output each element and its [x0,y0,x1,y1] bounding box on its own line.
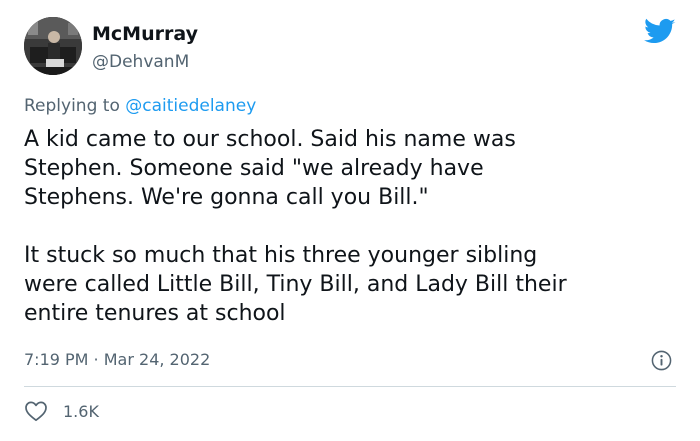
reply-context: Replying to @caitiedelaney [24,96,256,116]
tweet-line: It stuck so much that his three younger … [24,243,538,268]
info-icon[interactable] [651,350,672,371]
divider [24,386,676,387]
profile-photo [24,17,82,75]
twitter-bird-icon[interactable] [644,18,676,46]
meta-separator: · [88,350,104,369]
tweet-line: were called Little Bill, Tiny Bill, and … [24,272,567,297]
reply-mention-link[interactable]: @caitiedelaney [125,96,256,116]
like-count: 1.6K [63,401,99,421]
avatar[interactable] [24,17,82,75]
tweet-date: Mar 24, 2022 [103,350,211,369]
tweet-time: 7:19 PM [24,350,89,369]
heart-icon [25,401,47,422]
tweet-line: Stephen. Someone said "we already have [24,156,484,181]
tweet-line: A kid came to our school. Said his name … [24,127,516,152]
reply-prefix: Replying to [24,96,126,116]
tweet-line: entire tenures at school [24,301,286,326]
tweet-text: A kid came to our school. Said his name … [24,125,684,328]
user-handle[interactable]: @DehvanM [92,52,189,72]
like-button[interactable]: 1.6K [24,400,99,422]
display-name[interactable]: McMurray [92,23,198,45]
tweet-timestamp[interactable]: 7:19 PM · Mar 24, 2022 [24,350,210,369]
tweet-card: McMurray @DehvanM Replying to @caitiedel… [0,0,700,441]
tweet-line: Stephens. We're gonna call you Bill." [24,185,429,210]
